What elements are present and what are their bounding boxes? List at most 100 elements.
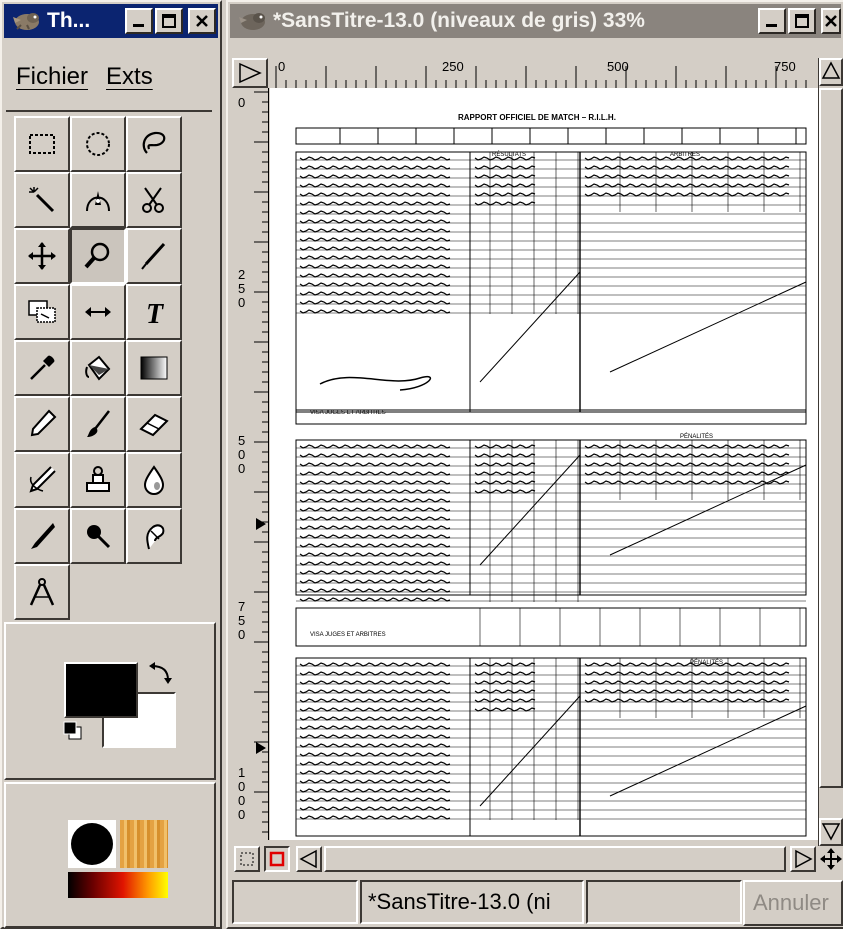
tool-airbrush[interactable]: [14, 452, 70, 508]
cancel-button[interactable]: Annuler: [743, 880, 843, 926]
status-progress: [586, 880, 742, 924]
tool-dodge-burn[interactable]: [70, 508, 126, 564]
tool-color-picker[interactable]: [14, 340, 70, 396]
navigate-button[interactable]: [818, 846, 843, 872]
tool-magic-wand[interactable]: [14, 172, 70, 228]
ruler-label-0: 0: [278, 59, 286, 74]
tool-bezier-select[interactable]: [70, 172, 126, 228]
tool-transform[interactable]: [14, 284, 70, 340]
ruler-vlabel-750: 750: [238, 599, 246, 642]
pencil-icon: [30, 409, 57, 437]
swap-colors-icon[interactable]: [146, 660, 174, 688]
color-picker-icon: [30, 355, 55, 380]
tool-convolve[interactable]: [126, 452, 182, 508]
magnify-icon: [84, 242, 110, 269]
ruler-vlabel-250: 250: [238, 267, 246, 310]
arrow-down-icon: [821, 823, 841, 841]
tool-rect-select[interactable]: [14, 116, 70, 172]
magic-wand-icon: [29, 187, 55, 213]
section-label-visa: VISA JUGES ET ARBITRES: [310, 410, 386, 416]
quickmask-off-button[interactable]: [234, 846, 260, 872]
menu-exts[interactable]: Exts: [106, 63, 153, 91]
default-colors-icon[interactable]: [62, 720, 84, 742]
ruler-label-250: 250: [442, 59, 464, 74]
maximize-icon: [162, 14, 176, 28]
bezier-select-icon: [86, 191, 110, 212]
smudge-icon: [146, 524, 165, 550]
section-label-penalites: PÉNALITÉS: [680, 433, 713, 440]
ruler-label-500: 500: [607, 59, 629, 74]
minimize-button[interactable]: [758, 8, 786, 34]
convolve-icon: [143, 465, 165, 495]
eraser-icon: [139, 413, 169, 437]
arrow-up-icon: [821, 61, 841, 79]
tool-grid: T: [14, 116, 182, 620]
tool-ink[interactable]: [14, 508, 70, 564]
ruler-ticks-h: [275, 66, 807, 88]
tool-measure[interactable]: [14, 564, 70, 620]
image-menu-button[interactable]: [232, 58, 268, 88]
lasso-icon: [142, 131, 166, 154]
maximize-icon: [795, 14, 809, 28]
minimize-icon: [766, 24, 777, 27]
crop-icon: [141, 242, 166, 270]
tool-magnify[interactable]: [70, 228, 126, 284]
cancel-label: Annuler: [753, 890, 829, 915]
vertical-ruler: 0 250 500 750 1000: [232, 88, 269, 840]
vertical-scrollbar[interactable]: [818, 58, 843, 846]
status-filename-text: *SansTitre-13.0 (ni: [368, 889, 551, 914]
gradient-preview[interactable]: [68, 872, 168, 898]
horizontal-scrollbar[interactable]: [296, 846, 816, 872]
quickmask-on-button[interactable]: [264, 846, 290, 872]
minimize-button[interactable]: [125, 8, 153, 34]
airbrush-icon: [29, 466, 56, 493]
vertical-scroll-thumb[interactable]: [819, 88, 843, 788]
tool-text[interactable]: T: [126, 284, 182, 340]
scroll-left-button[interactable]: [296, 846, 322, 872]
tool-clone[interactable]: [70, 452, 126, 508]
horizontal-scroll-thumb[interactable]: [324, 846, 786, 872]
scroll-right-button[interactable]: [790, 846, 816, 872]
quickmask-on-icon: [269, 851, 285, 867]
tool-paintbrush[interactable]: [70, 396, 126, 452]
close-button[interactable]: [188, 8, 216, 34]
gimp-logo-icon: [239, 13, 265, 30]
section-label-penalites: PÉNALITÉS: [690, 659, 723, 666]
arrow-right-icon: [795, 849, 813, 869]
tool-lasso[interactable]: [126, 116, 182, 172]
pattern-preview[interactable]: [120, 820, 168, 868]
ruler-label-750: 750: [774, 59, 796, 74]
menu-fichier[interactable]: Fichier: [16, 63, 88, 91]
brush-preview[interactable]: [68, 820, 116, 868]
maximize-button[interactable]: [788, 8, 816, 34]
tool-flip[interactable]: [70, 284, 126, 340]
svg-text:T: T: [146, 299, 165, 329]
maximize-button[interactable]: [155, 8, 183, 34]
quickmask-off-icon: [240, 852, 254, 866]
transform-icon: [28, 300, 56, 323]
image-canvas[interactable]: RAPPORT OFFICIEL DE MATCH – R.I.L.H. VIS…: [270, 88, 818, 840]
measure-icon: [29, 578, 55, 606]
flip-icon: [85, 307, 111, 317]
tool-eraser[interactable]: [126, 396, 182, 452]
paintbrush-icon: [87, 410, 110, 437]
toolbox-titlebar[interactable]: Th...: [4, 4, 218, 38]
tool-bucket-fill[interactable]: [70, 340, 126, 396]
tool-ellipse-select[interactable]: [70, 116, 126, 172]
scroll-down-button[interactable]: [819, 818, 843, 846]
tool-crop[interactable]: [126, 228, 182, 284]
text-icon: T: [146, 299, 165, 329]
status-filename: *SansTitre-13.0 (ni: [360, 880, 584, 924]
tool-scissors[interactable]: [126, 172, 182, 228]
tool-gradient[interactable]: [126, 340, 182, 396]
image-titlebar[interactable]: *SansTitre-13.0 (niveaux de gris) 33%: [230, 4, 841, 38]
tool-move[interactable]: [14, 228, 70, 284]
scroll-up-button[interactable]: [819, 58, 843, 86]
foreground-color-swatch[interactable]: [64, 662, 138, 718]
navigate-icon: [819, 848, 842, 870]
tool-smudge[interactable]: [126, 508, 182, 564]
tool-pencil[interactable]: [14, 396, 70, 452]
close-button[interactable]: [821, 8, 841, 34]
brush-pattern-panel: [4, 782, 216, 928]
color-panel: [4, 622, 216, 780]
